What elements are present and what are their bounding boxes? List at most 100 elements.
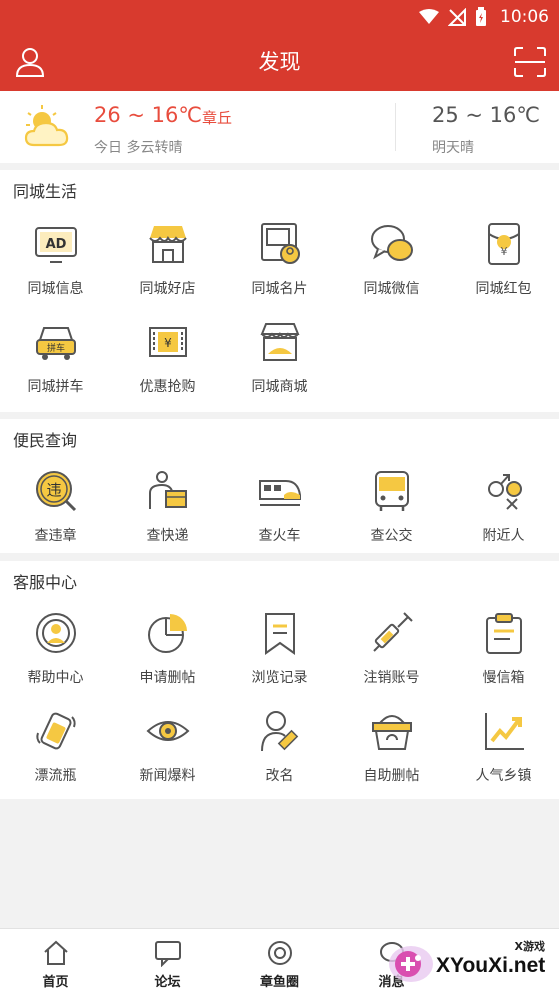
grid-label: 同城拼车	[27, 379, 84, 395]
mall-icon	[260, 323, 300, 361]
nav-home[interactable]: 首页	[0, 929, 111, 994]
grid-label: 查违章	[34, 528, 77, 544]
grid-label: 同城信息	[27, 281, 84, 297]
circle-icon	[268, 941, 292, 965]
status-bar: 10:06	[0, 0, 559, 34]
grid-label: 漂流瓶	[34, 768, 77, 784]
grid-item-local-red-packet[interactable]: ¥ 同城红包	[448, 222, 559, 314]
grid-label: 慢信箱	[482, 670, 525, 686]
today-temperature: 26 ~ 16℃	[94, 103, 202, 127]
watermark-text: XYouXi.net	[436, 954, 546, 977]
ad-icon: AD	[35, 227, 77, 263]
wifi-icon	[419, 9, 439, 24]
grid-label: 帮助中心	[27, 670, 84, 686]
battery-icon	[476, 7, 486, 26]
trend-icon	[485, 713, 524, 750]
watermark-logo-icon	[389, 946, 433, 982]
grid-label: 查快递	[146, 528, 189, 544]
forum-icon	[155, 941, 181, 967]
grid-item-local-mall[interactable]: 同城商城	[224, 320, 335, 412]
nav-octopus-circle[interactable]: 章鱼圈	[224, 929, 335, 994]
app-bar: 发现	[0, 34, 559, 91]
grid-item-courier[interactable]: 查快递	[112, 469, 223, 561]
pie-icon	[148, 614, 187, 653]
bookmark-icon	[265, 613, 295, 655]
tomorrow-description: 明天晴	[432, 140, 474, 156]
grid-item-browse-history[interactable]: 浏览记录	[224, 611, 335, 703]
grid-item-help-center[interactable]: 帮助中心	[0, 611, 111, 703]
grid-item-rename[interactable]: 改名	[224, 709, 335, 801]
tomorrow-temperature: 25 ~ 16℃	[432, 103, 540, 127]
grid-item-nearby[interactable]: 附近人	[448, 469, 559, 561]
grid-label: 查公交	[370, 528, 413, 544]
section-customer-service: 客服中心 帮助中心 申请删帖 浏览记录 注销账号 慢信箱 漂流瓶 新闻爆料 改名…	[0, 561, 559, 799]
bus-icon	[375, 471, 409, 511]
grid-item-news-tip[interactable]: 新闻爆料	[112, 709, 223, 801]
grid-label: 申请删帖	[139, 670, 196, 686]
grid-label: 同城微信	[363, 281, 420, 297]
city-name: 章丘	[202, 109, 233, 127]
help-icon	[36, 613, 76, 653]
rename-icon	[261, 711, 299, 752]
no-signal-icon	[448, 8, 466, 26]
grid-item-train[interactable]: 查火车	[224, 469, 335, 561]
eye-icon	[146, 721, 190, 741]
grid-item-violation[interactable]: 违 查违章	[0, 469, 111, 561]
nav-label: 首页	[42, 975, 69, 990]
grid-item-apply-delete[interactable]: 申请删帖	[112, 611, 223, 703]
grid-label: 查火车	[258, 528, 301, 544]
svg-text:¥: ¥	[164, 336, 172, 350]
grid-label: 同城好店	[139, 281, 196, 297]
weather-divider	[395, 103, 396, 151]
grid-item-local-card[interactable]: 同城名片	[224, 222, 335, 314]
grid-item-cancel-account[interactable]: 注销账号	[336, 611, 447, 703]
weather-card[interactable]: 26 ~ 16℃ 章丘 今日 多云转晴 25 ~ 16℃ 明天晴	[0, 91, 559, 163]
grid-label: 新闻爆料	[139, 768, 196, 784]
watermark-small-text: X游戏	[514, 940, 545, 953]
nav-forum[interactable]: 论坛	[112, 929, 223, 994]
scan-icon[interactable]	[513, 46, 547, 78]
status-icons: 10:06	[419, 5, 549, 29]
clipboard-icon	[486, 613, 522, 654]
nav-label: 章鱼圈	[259, 975, 299, 990]
grid-label: 注销账号	[363, 670, 420, 686]
grid-label: 优惠抢购	[139, 379, 196, 395]
syringe-icon	[373, 612, 413, 652]
grid-item-popular-town[interactable]: 人气乡镇	[448, 709, 559, 801]
partly-cloudy-icon	[24, 105, 69, 147]
grid-item-bus[interactable]: 查公交	[336, 469, 447, 561]
carpool-icon: 拼车	[36, 327, 76, 360]
grid-label: 附近人	[482, 528, 525, 544]
grid-item-coupon[interactable]: ¥ 优惠抢购	[112, 320, 223, 412]
grid-item-local-shop[interactable]: 同城好店	[112, 222, 223, 314]
section-local-life: 同城生活 AD 同城信息 同城好店 同城名片 同城微信 ¥ 同城红包 拼车 同城…	[0, 170, 559, 412]
basket-icon	[372, 715, 412, 750]
grid-item-local-wechat[interactable]: 同城微信	[336, 222, 447, 314]
grid-item-local-info[interactable]: AD 同城信息	[0, 222, 111, 314]
grid-label: 同城商城	[251, 379, 308, 395]
bottle-icon	[36, 712, 76, 750]
grid-item-carpool[interactable]: 拼车 同城拼车	[0, 320, 111, 412]
nav-label: 论坛	[154, 975, 181, 990]
svg-text:拼车: 拼车	[47, 342, 65, 354]
section-title: 客服中心	[13, 573, 78, 592]
coupon-icon: ¥	[149, 327, 187, 357]
page-title: 发现	[258, 50, 301, 74]
svg-text:¥: ¥	[501, 245, 508, 258]
section-title: 同城生活	[13, 182, 78, 201]
section-title: 便民查询	[13, 431, 78, 450]
grid-item-self-delete[interactable]: 自助删帖	[336, 709, 447, 801]
shop-icon	[149, 226, 187, 263]
grid-item-drift-bottle[interactable]: 漂流瓶	[0, 709, 111, 801]
card-icon	[261, 223, 300, 264]
today-description: 今日 多云转晴	[94, 140, 183, 156]
grid-label: 同城红包	[475, 281, 532, 297]
train-icon	[259, 480, 301, 506]
nearby-icon	[488, 474, 522, 510]
grid-item-slow-mailbox[interactable]: 慢信箱	[448, 611, 559, 703]
courier-icon	[149, 471, 187, 509]
status-time: 10:06	[500, 7, 549, 27]
svg-text:违: 违	[46, 481, 61, 499]
red-packet-icon: ¥	[488, 223, 520, 265]
grid-label: 自助删帖	[363, 768, 420, 784]
